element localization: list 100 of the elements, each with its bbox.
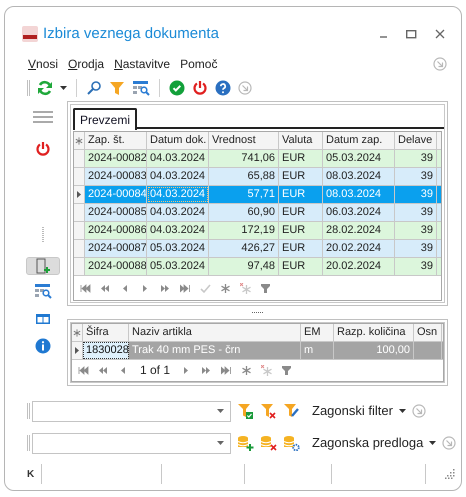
column-header[interactable]: Šifra: [83, 324, 129, 341]
refresh-icon[interactable]: [37, 80, 53, 96]
asterisk-icon[interactable]: [220, 282, 231, 294]
columns-icon[interactable]: [35, 313, 51, 325]
table-cell: 39: [420, 242, 433, 254]
table-cell: 2024-00083: [88, 170, 146, 182]
resize-grip-icon[interactable]: [445, 469, 455, 479]
column-header[interactable]: Zap. št.: [85, 132, 147, 149]
table-cell: 1830028: [86, 344, 128, 356]
first-record-icon[interactable]: [80, 282, 91, 294]
help-icon[interactable]: [215, 80, 231, 96]
tab[interactable]: Prevzemi: [73, 108, 138, 130]
table-cell: 08.03.2024: [326, 188, 382, 200]
column-header[interactable]: Osn: [414, 324, 442, 341]
menu-item[interactable]: Nastavitve: [114, 55, 170, 73]
confirm-icon[interactable]: [169, 80, 185, 96]
apply-filter-icon[interactable]: [237, 403, 254, 419]
close-icon[interactable]: [435, 29, 445, 39]
table-cell: EUR: [282, 170, 306, 182]
column-header[interactable]: Delave: [395, 132, 437, 149]
new-document-button[interactable]: [26, 257, 60, 275]
column-header[interactable]: Valuta: [279, 132, 323, 149]
filter-icon[interactable]: [109, 80, 125, 96]
expand-icon[interactable]: [433, 57, 447, 71]
table-cell: EUR: [282, 224, 306, 236]
expand-icon[interactable]: [238, 81, 252, 95]
table-cell: 05.03.2024: [150, 260, 206, 272]
new-document-icon: [35, 258, 51, 274]
table-row[interactable]: 2024-00085 04.03.2024 60,90 EUR 06.03.2024 39: [74, 204, 441, 222]
grid-search-icon[interactable]: [34, 283, 52, 299]
asterisk-icon[interactable]: [241, 364, 252, 376]
table-cell: EUR: [282, 260, 306, 272]
info-icon[interactable]: [35, 338, 51, 354]
table-cell: EUR: [282, 206, 306, 218]
column-header[interactable]: Datum dok.: [147, 132, 209, 149]
filter-icon[interactable]: [260, 282, 271, 294]
table-cell: 06.03.2024: [326, 206, 382, 218]
status-label: K: [27, 468, 36, 482]
table-cell: 04.03.2024: [150, 170, 206, 182]
add-template-icon[interactable]: [237, 435, 254, 451]
asterisk-cross-icon[interactable]: [240, 282, 251, 294]
caret-icon: [429, 441, 436, 445]
template-dropdown[interactable]: Zagonska predloga: [312, 433, 436, 453]
first-record-icon[interactable]: [78, 364, 89, 376]
delete-template-icon[interactable]: [260, 435, 277, 451]
table-cell: 2024-00082: [88, 152, 146, 164]
table-row[interactable]: 2024-00086 04.03.2024 172,19 EUR 28.02.2024 39: [74, 222, 441, 240]
asterisk-cross-icon[interactable]: [261, 364, 272, 376]
table-cell: 08.03.2024: [326, 170, 382, 182]
power-icon[interactable]: [35, 141, 51, 157]
table-cell: 97,48: [247, 260, 275, 272]
last-record-icon[interactable]: [180, 282, 191, 294]
table-cell: 2024-00086: [88, 224, 146, 236]
table-row[interactable]: 2024-00082 04.03.2024 741,06 EUR 05.03.2024 39: [74, 150, 441, 168]
menu-icon[interactable]: [33, 111, 53, 123]
column-header[interactable]: EM: [301, 324, 334, 341]
table-cell: 04.03.2024: [150, 152, 206, 164]
table-row[interactable]: 1830028 Trak 40 mm PES - črn m 100,00: [72, 342, 443, 360]
edit-filter-icon[interactable]: [283, 403, 300, 419]
next-page-icon[interactable]: [160, 282, 171, 294]
table-cell: 28.02.2024: [326, 224, 382, 236]
column-header[interactable]: Vrednost: [209, 132, 279, 149]
previous-page-icon[interactable]: [98, 364, 109, 376]
table-row[interactable]: 2024-00083 04.03.2024 65,88 EUR 08.03.2024 39: [74, 168, 441, 186]
table-row[interactable]: 2024-00088 05.03.2024 97,48 EUR 20.02.2024 39: [74, 258, 441, 276]
caret-icon: [217, 441, 224, 445]
power-icon[interactable]: [192, 80, 208, 96]
table-cell: 57,71: [247, 188, 275, 200]
table-cell: 20.02.2024: [326, 260, 382, 272]
filter-dropdown[interactable]: Zagonski filter: [312, 401, 406, 421]
next-page-icon[interactable]: [201, 364, 212, 376]
grid-search-icon[interactable]: [132, 80, 150, 96]
search-icon[interactable]: [86, 80, 102, 96]
table-cell: EUR: [282, 188, 306, 200]
table-cell: 426,27: [241, 242, 275, 254]
caret-icon: [217, 409, 224, 413]
expand-icon[interactable]: [412, 404, 426, 418]
table-cell: 60,90: [247, 206, 275, 218]
splitter-dots-icon[interactable]: [252, 311, 264, 314]
filter-icon[interactable]: [281, 364, 292, 376]
previous-page-icon[interactable]: [100, 282, 111, 294]
maximize-icon[interactable]: [406, 29, 417, 39]
table-cell: 05.03.2024: [150, 242, 206, 254]
table-cell: 172,19: [241, 224, 275, 236]
check-icon[interactable]: [200, 282, 211, 294]
clear-filter-icon[interactable]: [260, 403, 277, 419]
table-cell: 04.03.2024: [150, 188, 206, 200]
last-record-icon[interactable]: [221, 364, 232, 376]
column-header[interactable]: Naziv artikla: [129, 324, 301, 341]
table-cell: 2024-00084: [88, 188, 146, 200]
menu-item[interactable]: Vnosi: [28, 55, 58, 73]
menu-item[interactable]: Orodja: [68, 55, 104, 73]
template-settings-icon[interactable]: [283, 435, 300, 451]
column-header[interactable]: Razp. količina: [334, 324, 414, 341]
table-row[interactable]: 2024-00087 05.03.2024 426,27 EUR 20.02.2024 39: [74, 240, 441, 258]
table-cell: 39: [420, 170, 433, 182]
expand-icon[interactable]: [442, 436, 456, 450]
column-header[interactable]: Datum zap.: [323, 132, 395, 149]
menu-item[interactable]: Pomoč: [180, 55, 218, 73]
splitter-handle-icon[interactable]: [42, 227, 44, 243]
